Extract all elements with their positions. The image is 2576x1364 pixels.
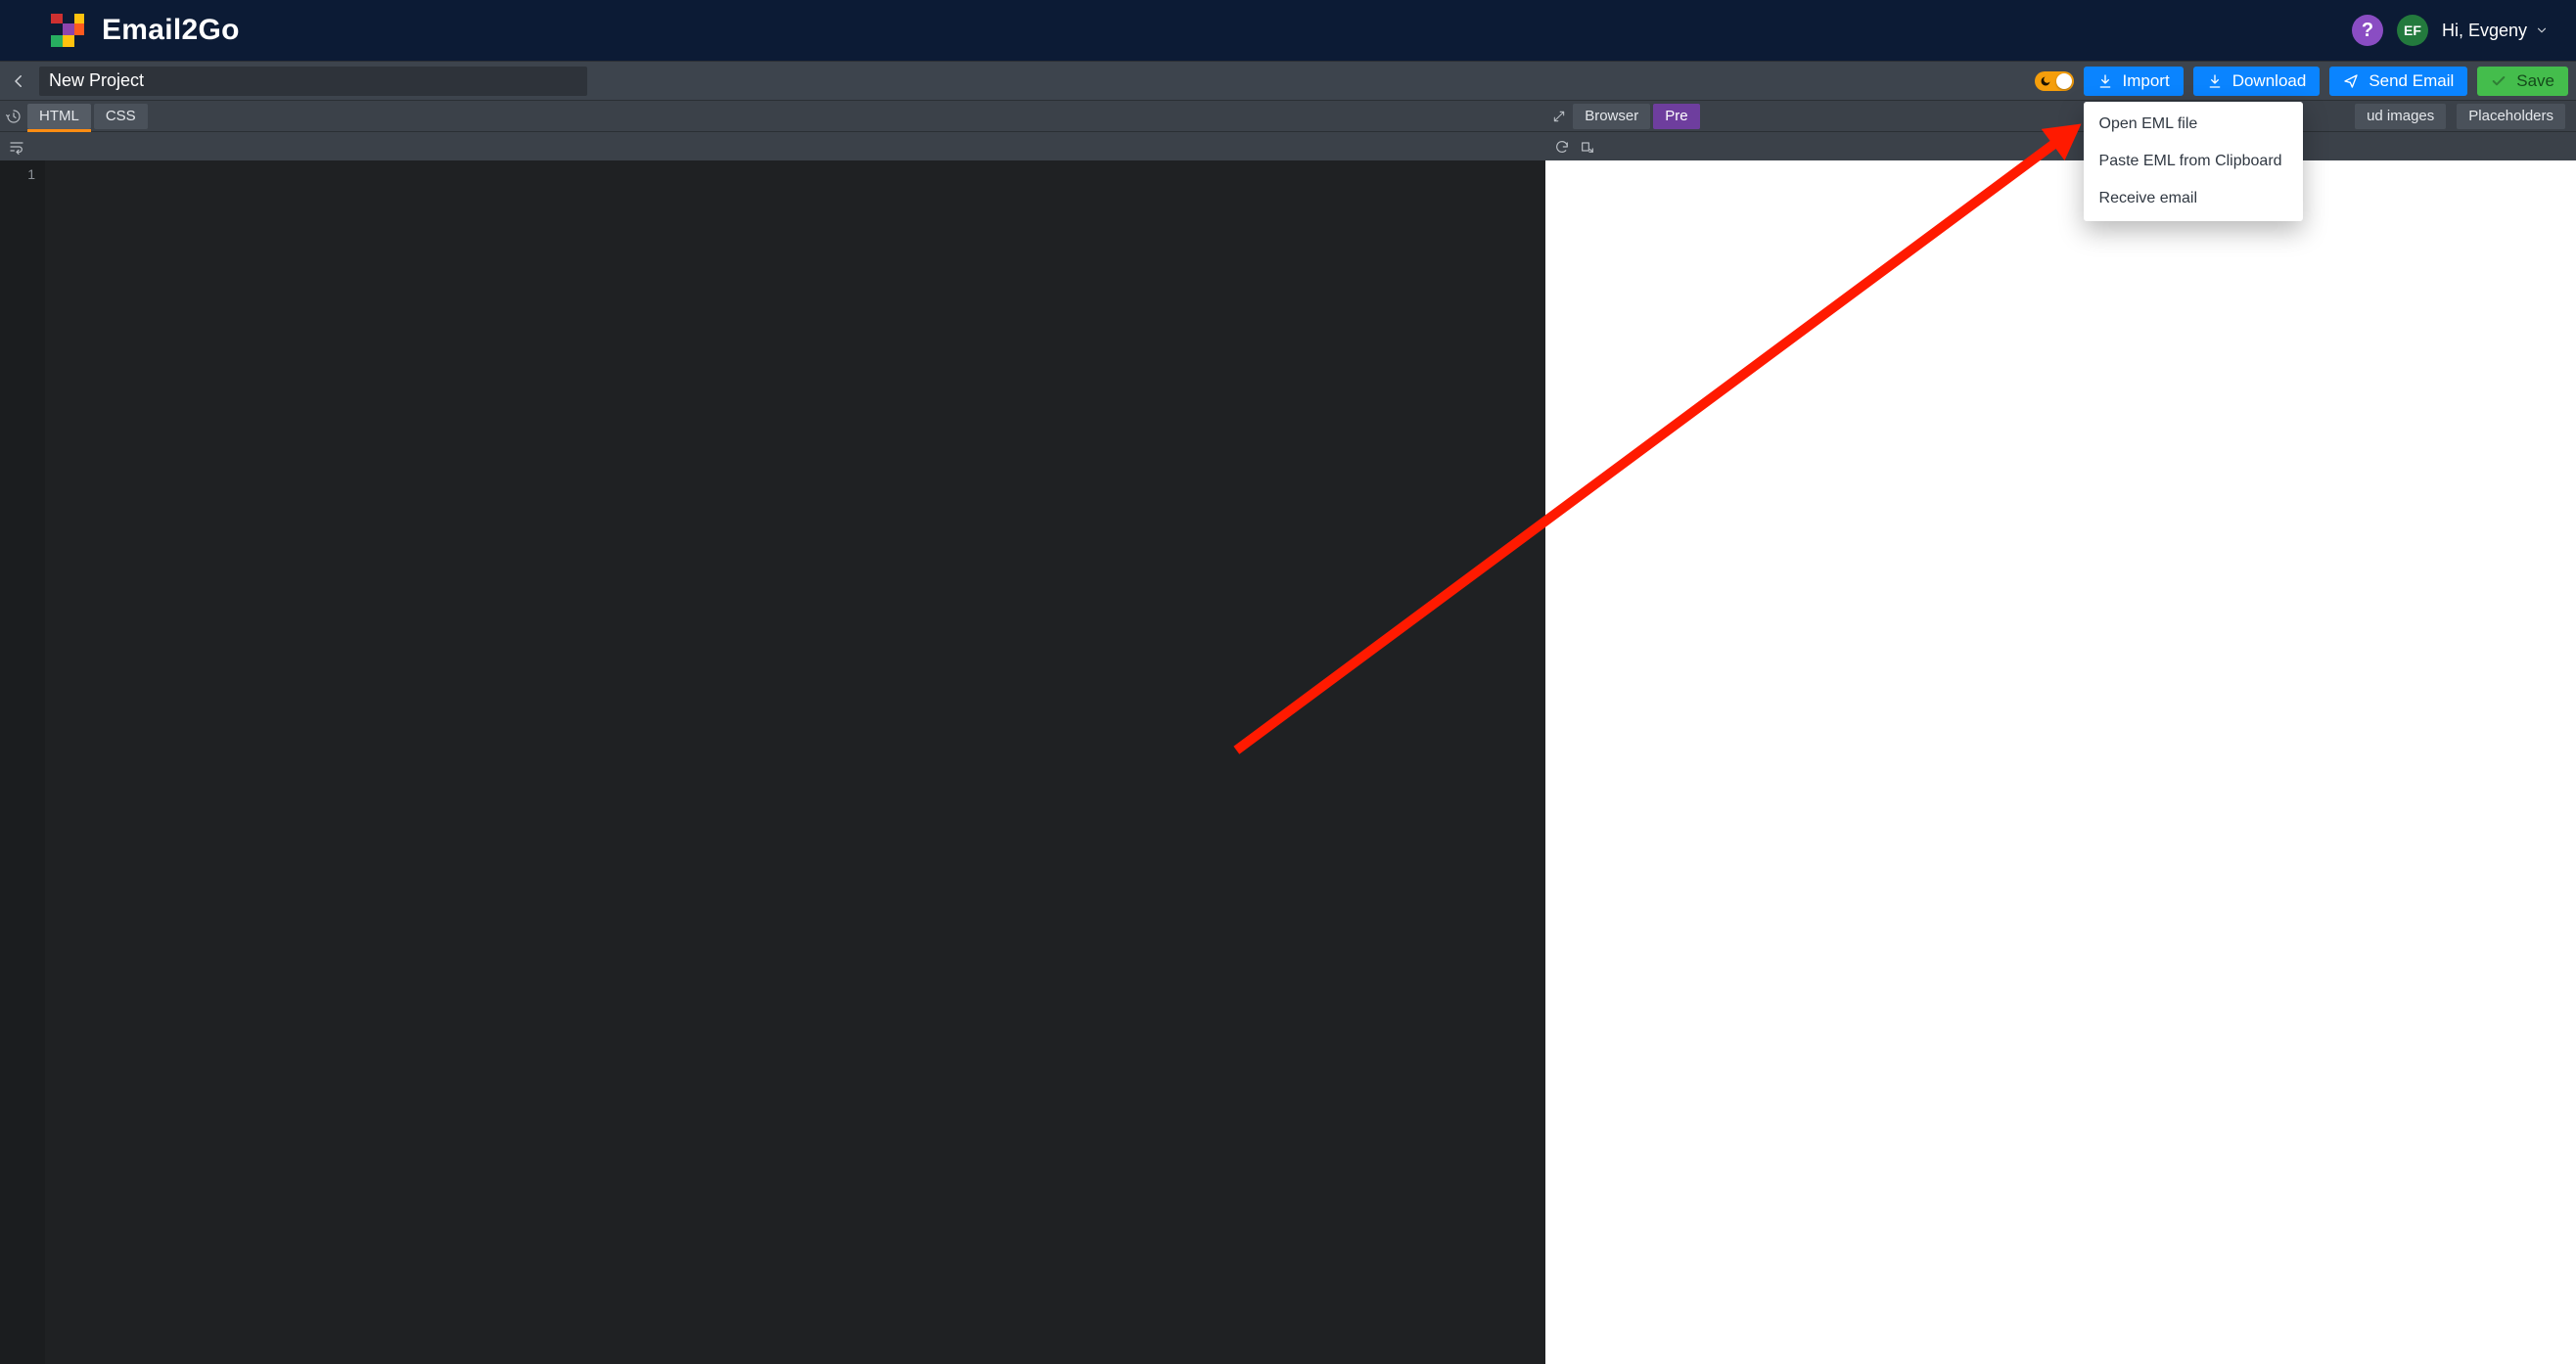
avatar-initials: EF xyxy=(2404,23,2421,38)
menu-label-receive-email: Receive email xyxy=(2099,190,2197,206)
preview-pane xyxy=(1545,131,2576,1364)
help-button[interactable]: ? xyxy=(2352,15,2383,46)
refresh-preview-button[interactable] xyxy=(1549,136,1575,158)
send-icon xyxy=(2343,73,2359,89)
menu-item-open-eml[interactable]: Open EML file xyxy=(2084,106,2303,143)
tab-css[interactable]: CSS xyxy=(94,104,148,129)
send-email-label: Send Email xyxy=(2369,71,2454,91)
editor-pane: 1 xyxy=(0,131,1545,1364)
preview-thin-toolbar xyxy=(1545,131,2576,160)
tab-browser-label: Browser xyxy=(1585,108,1638,124)
menu-item-paste-eml[interactable]: Paste EML from Clipboard xyxy=(2084,143,2303,180)
refresh-icon xyxy=(1554,139,1570,155)
editor-gutter: 1 xyxy=(0,160,45,1364)
check-icon xyxy=(2491,73,2507,89)
user-menu[interactable]: Hi, Evgeny xyxy=(2442,21,2549,41)
tab-cloud-images-label: ud images xyxy=(2367,108,2434,124)
tab-html[interactable]: HTML xyxy=(27,104,91,129)
tab-placeholders-label: Placeholders xyxy=(2468,108,2553,124)
send-email-button[interactable]: Send Email xyxy=(2329,67,2467,96)
editor-thin-toolbar xyxy=(0,131,1545,160)
preview-body xyxy=(1545,160,2576,1364)
greeting-text: Hi, Evgeny xyxy=(2442,21,2527,41)
brand-name: Email2Go xyxy=(102,14,240,47)
save-label: Save xyxy=(2516,71,2554,91)
clock-history-icon xyxy=(6,109,22,124)
wrap-button[interactable] xyxy=(4,136,29,158)
tab-html-label: HTML xyxy=(39,108,79,124)
back-button[interactable] xyxy=(8,70,29,92)
popout-preview-button[interactable] xyxy=(1575,136,1600,158)
project-name-text: New Project xyxy=(49,70,144,91)
brand[interactable]: Email2Go xyxy=(51,14,240,47)
import-dropdown: Open EML file Paste EML from Clipboard R… xyxy=(2084,102,2303,221)
split-panes: 1 xyxy=(0,131,2576,1364)
tab-css-label: CSS xyxy=(106,108,136,124)
gutter-line-number: 1 xyxy=(0,166,35,182)
popout-icon xyxy=(1580,139,1595,155)
import-label: Import xyxy=(2123,71,2170,91)
brand-logo-icon xyxy=(51,14,84,47)
editor-content[interactable] xyxy=(45,160,1545,1364)
project-toolbar: New Project Import Download Send Emai xyxy=(0,61,2576,100)
user-avatar[interactable]: EF xyxy=(2397,15,2428,46)
code-editor[interactable]: 1 xyxy=(0,160,1545,1364)
moon-icon xyxy=(2040,75,2051,87)
menu-item-receive-email[interactable]: Receive email xyxy=(2084,180,2303,217)
menu-label-paste-eml: Paste EML from Clipboard xyxy=(2099,153,2282,169)
toggle-knob xyxy=(2056,73,2072,89)
menu-label-open-eml: Open EML file xyxy=(2099,115,2198,132)
import-button[interactable]: Import xyxy=(2084,67,2184,96)
text-wrap-icon xyxy=(8,139,25,155)
theme-toggle[interactable] xyxy=(2035,71,2074,91)
tab-pre-label: Pre xyxy=(1665,108,1687,124)
expand-icon xyxy=(1552,110,1566,123)
download-button[interactable]: Download xyxy=(2193,67,2321,96)
download-icon xyxy=(2207,73,2223,89)
chevron-down-icon xyxy=(2535,23,2549,37)
project-name-input[interactable]: New Project xyxy=(39,67,587,96)
tab-browser[interactable]: Browser xyxy=(1573,104,1650,129)
tab-cloud-images[interactable]: ud images xyxy=(2355,104,2446,129)
help-icon: ? xyxy=(2362,20,2373,42)
header-bar: Email2Go ? EF Hi, Evgeny xyxy=(0,0,2576,61)
expand-button[interactable] xyxy=(1545,110,1573,123)
tab-pre[interactable]: Pre xyxy=(1653,104,1699,129)
download-label: Download xyxy=(2232,71,2307,91)
upload-icon xyxy=(2097,73,2113,89)
history-button[interactable] xyxy=(0,109,27,124)
tab-placeholders[interactable]: Placeholders xyxy=(2457,104,2565,129)
arrow-left-icon xyxy=(10,72,27,90)
save-button[interactable]: Save xyxy=(2477,67,2568,96)
